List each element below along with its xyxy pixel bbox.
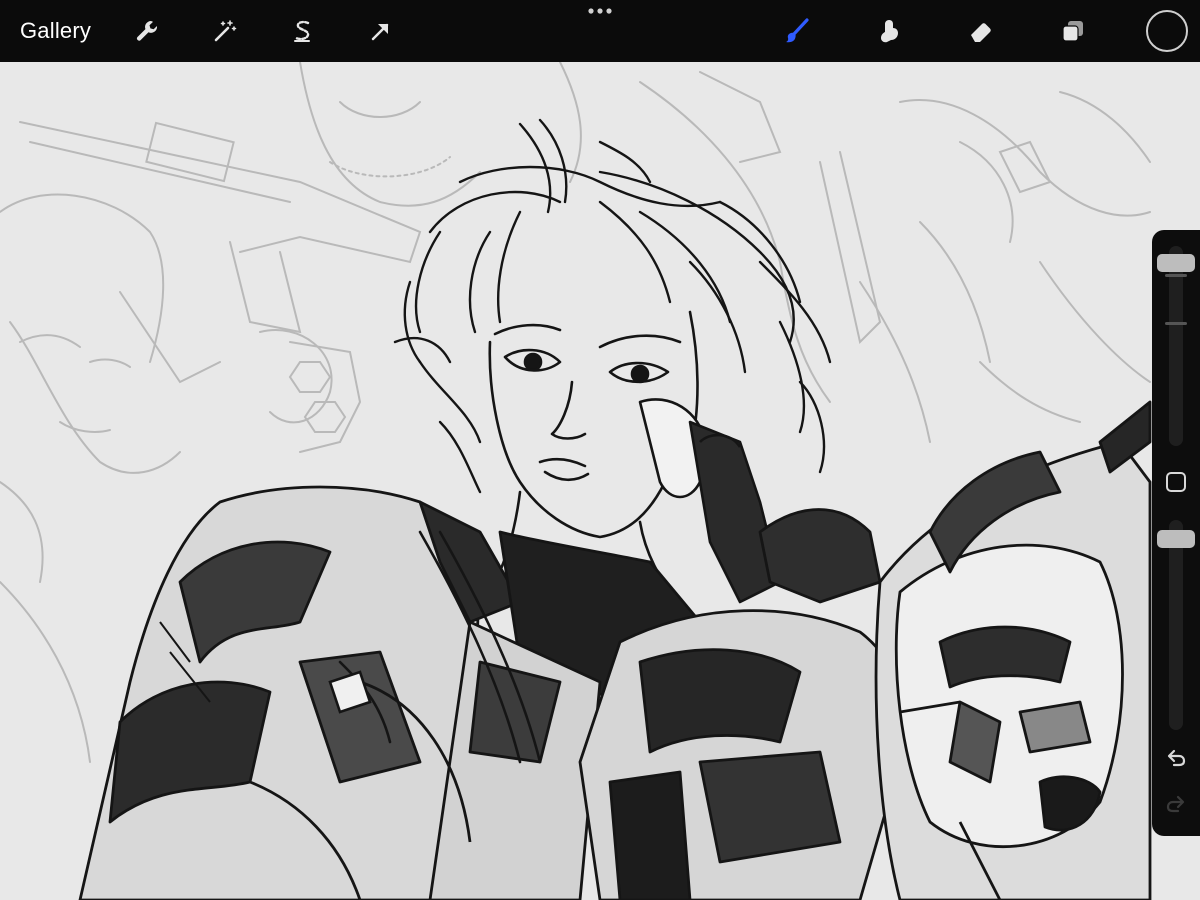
selection-s-icon[interactable] [284,12,322,50]
arrow-cursor-icon[interactable] [362,12,400,50]
redo-icon[interactable] [1162,790,1190,818]
undo-icon[interactable] [1162,744,1190,772]
eraser-icon[interactable] [962,12,1000,50]
brush-size-handle[interactable] [1157,254,1195,272]
artwork-illustration [0,62,1200,900]
top-toolbar: Gallery [0,0,1200,62]
gallery-button[interactable]: Gallery [20,14,91,48]
layers-icon[interactable] [1054,12,1092,50]
magic-wand-icon[interactable] [206,12,244,50]
drawing-canvas[interactable] [0,62,1200,900]
color-swatch-button[interactable] [1146,10,1188,52]
wrench-icon[interactable] [128,12,166,50]
opacity-slider[interactable] [1169,520,1183,730]
square-icon[interactable] [1166,472,1186,492]
slider-tick [1165,322,1187,325]
opacity-handle[interactable] [1157,530,1195,548]
right-sidebar [1152,230,1200,836]
slider-tick [1165,274,1187,277]
brush-icon[interactable] [778,12,816,50]
smudge-finger-icon[interactable] [870,12,908,50]
ellipsis-icon[interactable] [584,2,616,20]
